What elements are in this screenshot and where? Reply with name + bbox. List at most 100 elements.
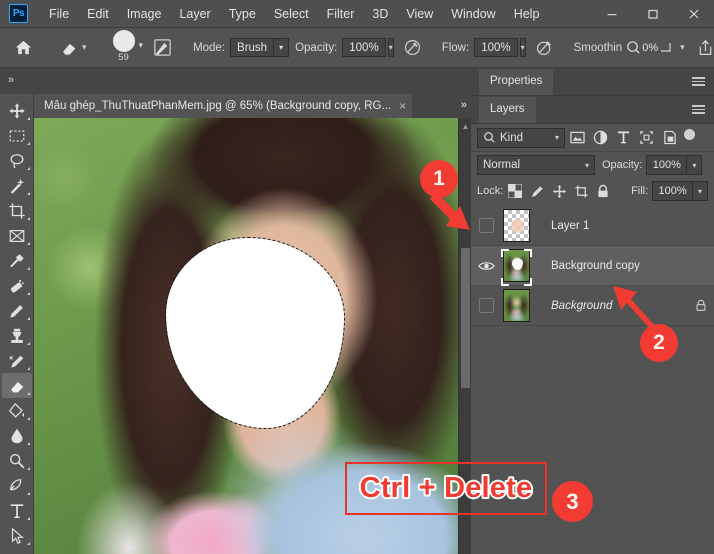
crop-tool[interactable]	[2, 198, 32, 223]
scroll-up-icon[interactable]: ▲	[459, 120, 471, 133]
fill-input[interactable]: 100%	[652, 181, 694, 201]
layer-row-background[interactable]: Background	[471, 286, 714, 326]
brush-picker-chevron-icon[interactable]: ▾	[139, 41, 144, 50]
menu-view[interactable]: View	[397, 3, 442, 25]
close-icon[interactable]: ×	[399, 99, 406, 113]
brush-size-preview[interactable]: 59	[112, 30, 135, 62]
adjustment-layer-filter-icon[interactable]	[590, 128, 611, 148]
paint-bucket-icon	[8, 402, 24, 418]
pen-tool[interactable]	[2, 473, 32, 498]
mode-dropdown[interactable]: Brush ▾	[230, 38, 290, 57]
toolbar-expand-icon[interactable]: »	[8, 74, 14, 86]
menu-filter[interactable]: Filter	[318, 3, 364, 25]
clone-stamp-tool[interactable]	[2, 323, 32, 348]
filter-toggle-icon[interactable]	[684, 129, 695, 140]
layer-opacity-chevron-icon[interactable]: ▾	[687, 155, 703, 175]
scrollbar-thumb[interactable]	[461, 248, 470, 388]
lock-position-icon[interactable]	[549, 181, 569, 201]
menu-3d[interactable]: 3D	[363, 3, 397, 25]
opacity-input[interactable]: 100%	[342, 38, 386, 57]
layer-thumbnail[interactable]	[503, 289, 530, 322]
fill-chevron-icon[interactable]: ▾	[693, 181, 709, 201]
flow-slider-chevron-icon[interactable]: ▾	[519, 38, 526, 57]
menu-type[interactable]: Type	[220, 3, 265, 25]
menu-window[interactable]: Window	[442, 3, 504, 25]
layer-filter-kind-label: Kind	[500, 131, 524, 144]
shortcut-annotation-text: Ctrl + Delete	[350, 468, 542, 509]
lock-row: Lock: Fill: 100% ▾	[471, 178, 714, 204]
rectangular-marquee-tool[interactable]	[2, 123, 32, 148]
panel-menu-icon[interactable]	[692, 77, 705, 86]
smoothing-options-chevron-icon[interactable]: ▾	[680, 43, 685, 52]
path-select-icon	[11, 527, 24, 544]
layer-visibility-toggle[interactable]	[471, 260, 501, 272]
brush-settings-icon[interactable]	[152, 37, 173, 58]
layer-name[interactable]: Background	[551, 300, 688, 312]
layer-name[interactable]: Background copy	[551, 260, 688, 272]
close-icon[interactable]	[673, 0, 714, 28]
pressure-opacity-icon[interactable]	[403, 38, 422, 57]
brush-tool[interactable]	[2, 298, 32, 323]
lasso-tool[interactable]	[2, 148, 32, 173]
layer-filter-kind-select[interactable]: Kind ▾	[477, 127, 565, 148]
pixel-layer-filter-icon[interactable]	[567, 128, 588, 148]
airbrush-icon[interactable]	[535, 38, 554, 57]
layer-opacity-input[interactable]: 100%	[646, 155, 688, 175]
layer-visibility-toggle[interactable]	[471, 218, 501, 233]
layer-thumbnail[interactable]	[503, 209, 530, 242]
blend-mode-select[interactable]: Normal ▾	[477, 155, 595, 175]
eyedropper-tool[interactable]	[2, 248, 32, 273]
spot-healing-brush-tool[interactable]	[2, 273, 32, 298]
path-selection-tool[interactable]	[2, 523, 32, 548]
blur-drop-icon	[11, 428, 22, 443]
layer-row-background-copy[interactable]: Background copy	[471, 246, 714, 286]
minimize-icon[interactable]	[591, 0, 632, 28]
maximize-icon[interactable]	[632, 0, 673, 28]
shape-layer-filter-icon[interactable]	[636, 128, 657, 148]
frame-tool[interactable]	[2, 223, 32, 248]
lock-image-pixels-icon[interactable]	[527, 181, 547, 201]
tool-preset-picker[interactable]: ▾	[55, 36, 91, 60]
layer-row-layer-1[interactable]: Layer 1	[471, 206, 714, 246]
share-icon[interactable]	[696, 38, 714, 57]
opacity-slider-chevron-icon[interactable]: ▾	[387, 38, 394, 57]
menu-file[interactable]: File	[40, 3, 78, 25]
smart-object-filter-icon[interactable]	[659, 128, 680, 148]
menu-image[interactable]: Image	[118, 3, 171, 25]
lock-transparent-pixels-icon[interactable]	[505, 181, 525, 201]
chevron-double-right-icon[interactable]: »	[461, 99, 467, 111]
blur-tool[interactable]	[2, 423, 32, 448]
dodge-tool[interactable]	[2, 448, 32, 473]
menu-select[interactable]: Select	[265, 3, 318, 25]
move-tool[interactable]	[2, 98, 32, 123]
type-tool[interactable]	[2, 498, 32, 523]
gradient-tool[interactable]	[2, 398, 32, 423]
tool-more-indicator	[26, 242, 30, 245]
smoothing-label: Smoothin	[573, 41, 623, 54]
flow-input[interactable]: 100%	[474, 38, 518, 57]
annotation-badge-1: 1	[420, 160, 458, 198]
tab-properties[interactable]: Properties	[479, 69, 554, 95]
magic-wand-tool[interactable]	[2, 173, 32, 198]
menu-help[interactable]: Help	[505, 3, 549, 25]
panel-menu-icon[interactable]	[692, 105, 705, 114]
home-icon[interactable]	[14, 38, 33, 57]
brush-tip-shape	[112, 30, 135, 52]
document-tab-bar: Mẫu ghép_ThuThuatPhanMem.jpg @ 65% (Back…	[34, 94, 471, 118]
menu-layer[interactable]: Layer	[170, 3, 219, 25]
search-icon	[484, 132, 495, 143]
lock-artboard-nesting-icon[interactable]	[571, 181, 591, 201]
document-tab[interactable]: Mẫu ghép_ThuThuatPhanMem.jpg @ 65% (Back…	[34, 94, 413, 118]
layer-thumbnail[interactable]	[503, 249, 530, 282]
magic-wand-icon	[10, 178, 24, 194]
lock-all-icon[interactable]	[593, 181, 613, 201]
smoothing-input[interactable]: 0%	[626, 40, 673, 55]
history-brush-tool[interactable]	[2, 348, 32, 373]
layer-name[interactable]: Layer 1	[551, 220, 688, 232]
menu-edit[interactable]: Edit	[78, 3, 118, 25]
type-layer-filter-icon[interactable]	[613, 128, 634, 148]
layers-panel-body: Kind ▾ Normal ▾ Opacity: 100% ▾ Lock: Fi…	[471, 124, 714, 326]
layer-visibility-toggle[interactable]	[471, 298, 501, 313]
eraser-tool[interactable]	[1, 373, 32, 398]
tab-layers[interactable]: Layers	[479, 97, 536, 123]
